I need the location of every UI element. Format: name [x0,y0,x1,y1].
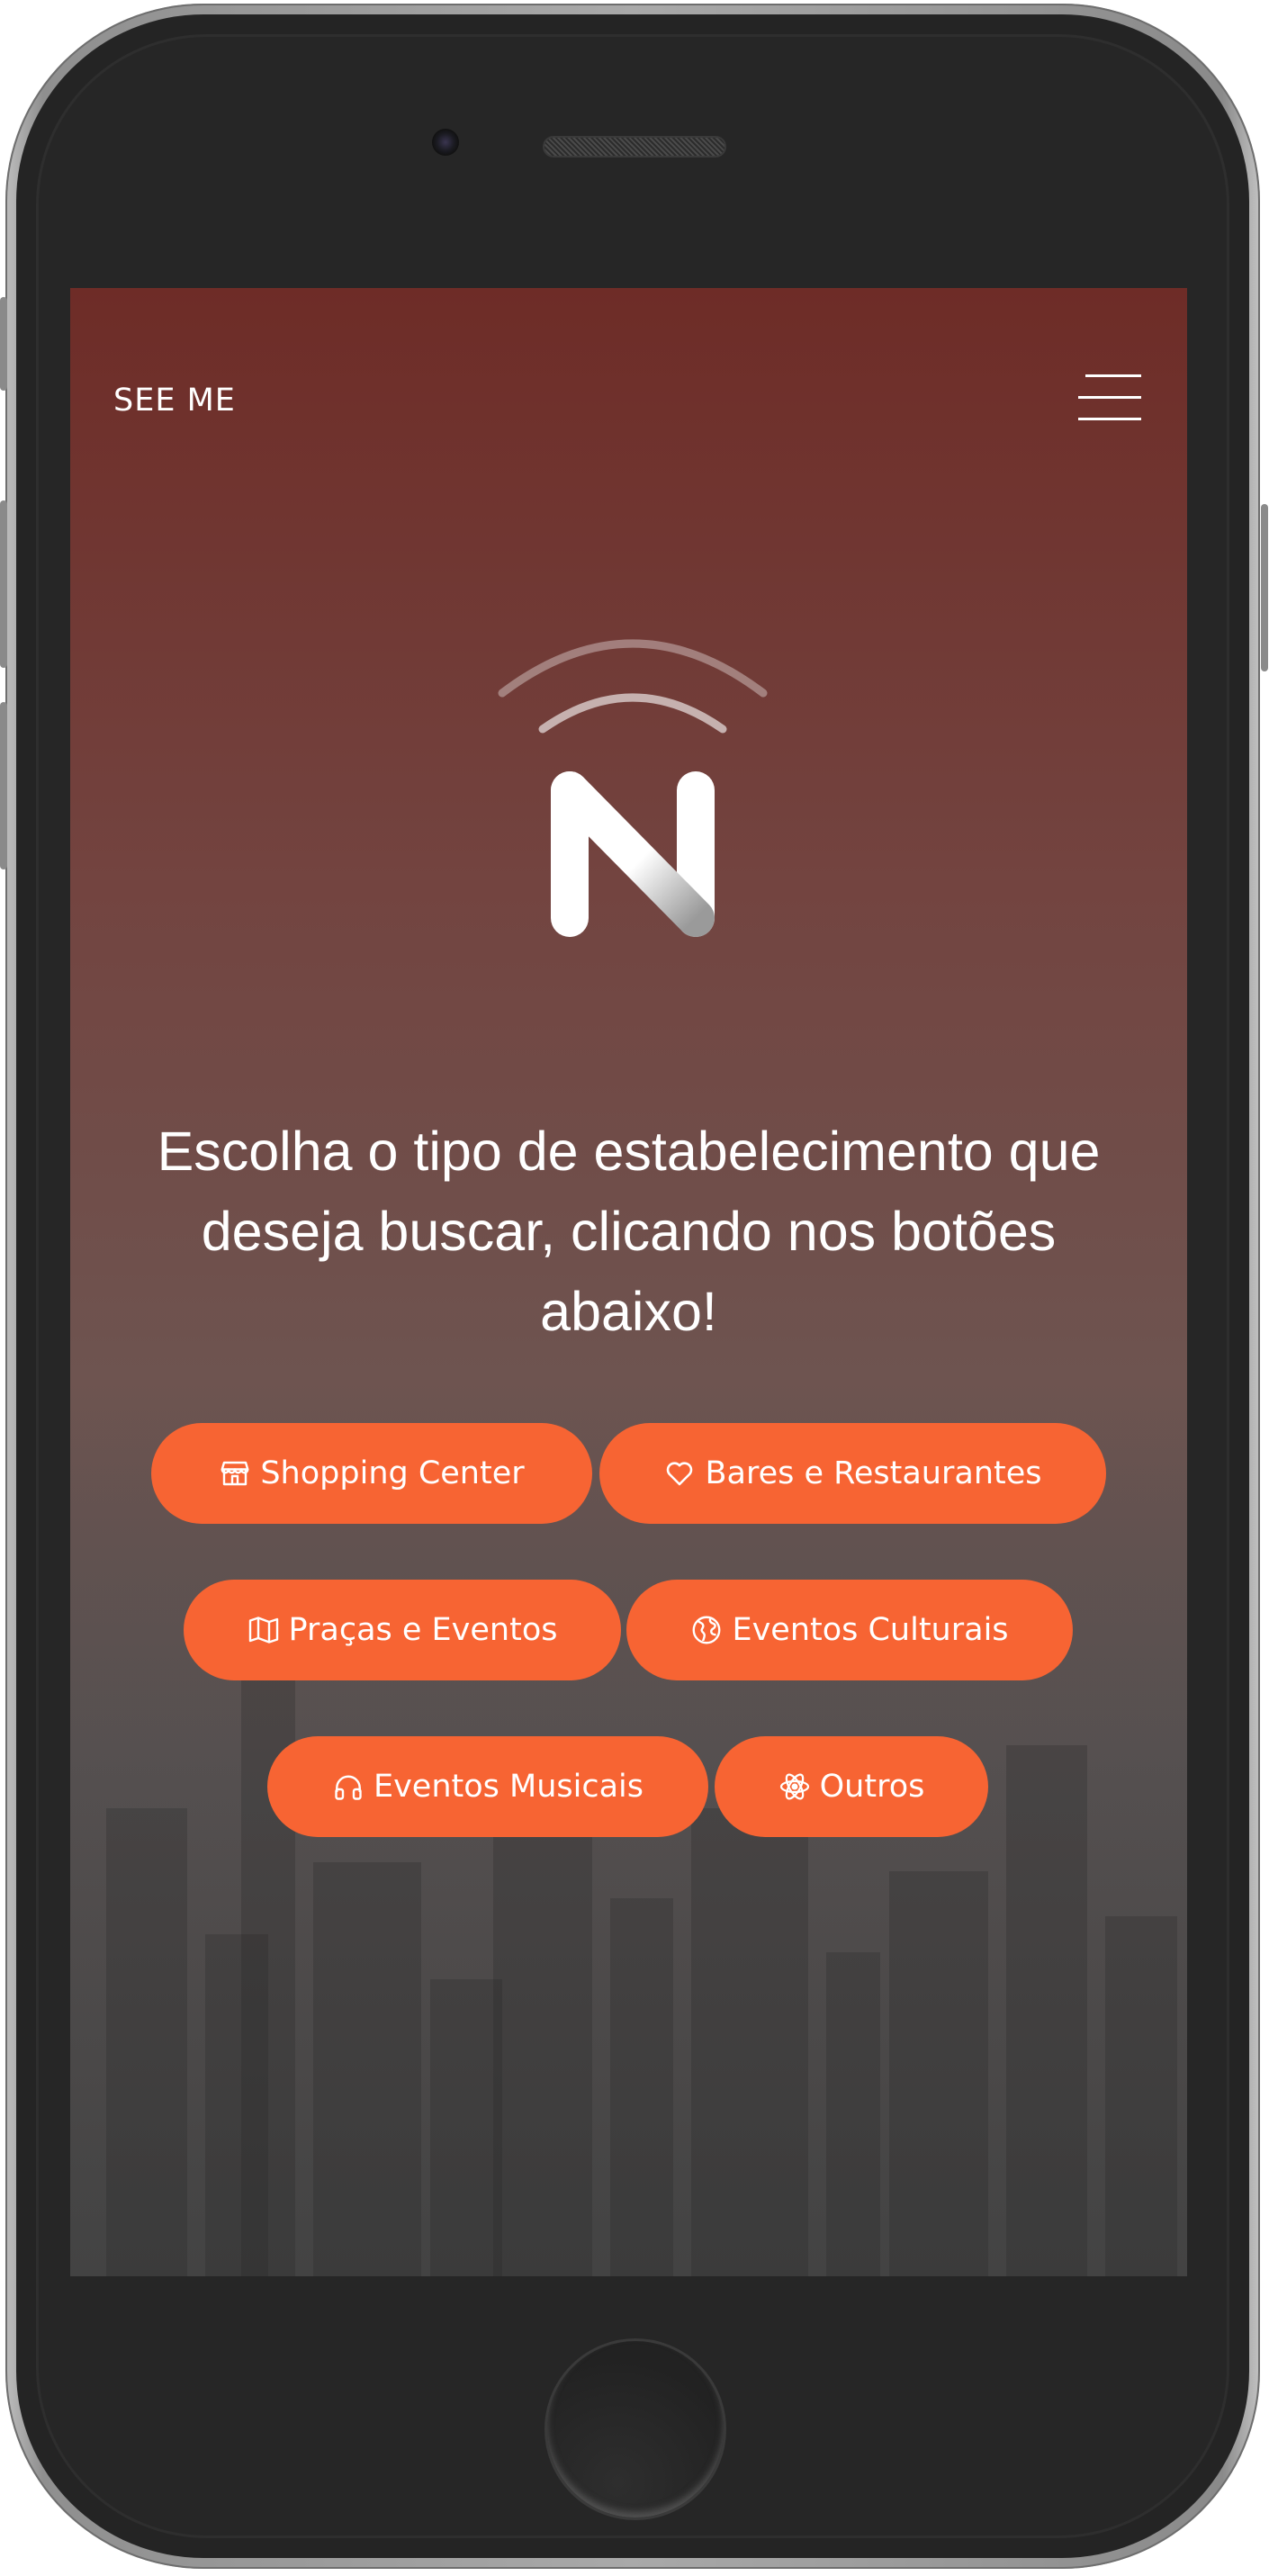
volume-up-button [0,500,7,668]
headphones-icon [335,1775,362,1800]
power-button [1261,504,1268,671]
map-icon [248,1617,278,1644]
category-button-outros[interactable]: Outros [715,1736,988,1837]
category-button-eventos-musicais[interactable]: Eventos Musicais [267,1736,708,1837]
front-camera [432,129,459,156]
brand-title[interactable]: SEE ME [113,383,236,419]
hamburger-menu-icon[interactable] [1078,374,1141,428]
instruction-headline: Escolha o tipo de estabelecimento que de… [157,1121,1101,1342]
category-label: Bares e Restaurantes [705,1455,1042,1491]
app-screen: SEE ME Escolha o tipo de estabelecimento… [70,288,1187,2276]
category-label: Praças e Eventos [288,1612,558,1648]
category-button-bares-e-restaurantes[interactable]: Bares e Restaurantes [599,1423,1106,1524]
atom-icon [779,1773,809,1800]
category-button-pracas-e-eventos[interactable]: Praças e Eventos [184,1580,621,1680]
category-button-shopping-center[interactable]: Shopping Center [151,1423,592,1524]
category-button-eventos-culturais[interactable]: Eventos Culturais [626,1580,1073,1680]
home-button[interactable] [544,2338,726,2520]
volume-down-button [0,702,7,869]
signal-n-logo-icon [498,639,768,937]
category-label: Eventos Culturais [732,1612,1009,1648]
store-icon [220,1461,249,1486]
earpiece-speaker [544,138,724,156]
category-label: Eventos Musicais [373,1769,644,1805]
globe-icon [693,1616,721,1644]
category-label: Outros [819,1769,925,1805]
category-label: Shopping Center [260,1455,525,1491]
silent-switch [0,297,7,391]
heart-icon [667,1462,693,1486]
